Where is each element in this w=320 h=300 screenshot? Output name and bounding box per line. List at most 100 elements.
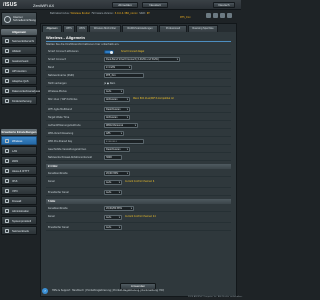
sidebar-item-firewall[interactable]: Firewall: [1, 196, 37, 205]
footer-links[interactable]: Hilfe & Support Handbuch | Produktregist…: [52, 289, 164, 292]
auth-method-select[interactable]: WPA2-Personal: [104, 123, 138, 128]
sidebar-item-aimesh[interactable]: AiMesh: [1, 46, 37, 55]
ax-mode-note: Wenn 802.11ax/WiFi 6 kompatibel ist: [133, 97, 174, 100]
admin-icon: [5, 209, 9, 213]
tab-radius[interactable]: RADIUS-Einstellungen: [122, 25, 158, 32]
row-label: WiFi Agile Multiband: [48, 108, 73, 111]
channel-5-select[interactable]: Auto: [104, 215, 122, 220]
sidebar-item-network-tools[interactable]: Netzwerktools: [1, 226, 37, 235]
row-label: Erweiterter Kanal: [48, 226, 69, 229]
sidebar-item-label: Alexa & IFTTT: [12, 169, 30, 173]
wpa-key-input[interactable]: ••••••••: [104, 139, 144, 144]
quick-setup-icon: [4, 16, 11, 23]
band-5-header: 5 GHz: [46, 199, 231, 204]
faq-link[interactable]: FAQ: [159, 289, 164, 292]
footer-link-list[interactable]: Handbuch | Produktregistrierung | Produk…: [72, 289, 158, 292]
sidebar-item-label: Firewall: [12, 199, 22, 203]
help-icon[interactable]: ?: [42, 288, 48, 294]
sidebar-item-adaptive-qos[interactable]: Adaptive QoS: [1, 76, 37, 85]
row-label: Netzwerkschlüssel-Rotationsintervall: [48, 156, 93, 159]
asus-logo[interactable]: /ISUS: [3, 2, 17, 8]
mode-value[interactable]: Wireless Router: [70, 12, 90, 15]
wireless-mode-select[interactable]: Auto: [104, 89, 124, 94]
page-description: Stellen Sie die Drahtlosinformationen hi…: [46, 43, 120, 46]
table-row: Smart Connect aktivieren Smart Connect-R…: [46, 48, 231, 55]
ssid-value-5g: RT5_Xxx: [180, 16, 191, 19]
table-row: Band 2.4 GHz: [46, 64, 231, 71]
ext-channel-5-select[interactable]: Auto: [104, 225, 122, 230]
tab-wds[interactable]: WDS: [76, 25, 88, 32]
sidebar-item-parental-controls[interactable]: Kindersicherung: [1, 96, 37, 105]
smart-connect-select[interactable]: Dual-Band Smart Connect (2.4GHz und 5GHz…: [104, 57, 180, 62]
sidebar-item-label: Gastnetzwerk: [12, 59, 29, 63]
sidebar-item-label: WAN: [12, 159, 19, 163]
sidebar-item-vpn[interactable]: VPN: [1, 186, 37, 195]
hide-ssid-radio[interactable]: Ja ● Nein: [104, 82, 115, 85]
smart-connect-toggle[interactable]: [104, 49, 114, 54]
sidebar-item-wireless[interactable]: Wireless: [1, 136, 37, 145]
ssid-input[interactable]: RT5_Xxx: [104, 73, 144, 78]
sidebar-item-administration[interactable]: Administration: [1, 206, 37, 215]
sidebar-item-label: VPN: [12, 189, 18, 193]
logout-button[interactable]: Abmelden: [112, 2, 138, 8]
sidebar-item-label: Wireless: [12, 139, 23, 143]
sidebar: Internet Schnelleinrichtung Allgemein Ne…: [0, 11, 42, 300]
mode-label: Betriebsmodus:: [50, 12, 70, 15]
sidebar-item-traffic-analyzer[interactable]: Datenverkehrsanalysator: [1, 86, 42, 95]
table-row: Smart Connect Dual-Band Smart Connect (2…: [46, 56, 231, 63]
row-label: Geschützte Verwaltungsrahmen: [48, 148, 87, 151]
language-select[interactable]: Deutsch: [213, 2, 235, 8]
sidebar-item-wan[interactable]: WAN: [1, 156, 37, 165]
table-row: Erweiterter Kanal Auto: [46, 189, 231, 196]
row-label: Smart Connect aktivieren: [48, 50, 79, 53]
row-label: Band: [48, 66, 55, 69]
ext-channel-24-select[interactable]: Auto: [104, 190, 122, 195]
mesh-icon: [5, 49, 9, 53]
pmf-select[interactable]: Deaktivieren: [104, 147, 130, 152]
firewall-icon: [5, 199, 9, 203]
guest-icon: [5, 59, 9, 63]
ssid-label: SSID:: [139, 12, 146, 15]
tab-wps[interactable]: WPS: [63, 25, 75, 32]
tab-general[interactable]: Allgemein: [42, 25, 62, 32]
internet-status-icon[interactable]: [220, 13, 225, 18]
tools-icon: [5, 229, 9, 233]
bandwidth-5-select[interactable]: 20/40/80 MHz: [104, 206, 134, 211]
agile-multiband-select[interactable]: Deaktivieren: [104, 107, 130, 112]
row-label: Authentifizierungsmethode: [48, 124, 81, 127]
row-label: 802.11ax / WiFi 6-Modus: [48, 98, 78, 101]
firmware-value[interactable]: 3.0.0.4.386_xxxxx: [115, 12, 138, 15]
sidebar-item-lan[interactable]: LAN: [1, 146, 37, 155]
tab-professional[interactable]: Professionell: [159, 25, 187, 32]
bandwidth-24-select[interactable]: 20/40 MHz: [104, 171, 130, 176]
sidebar-item-system-log[interactable]: Systemprotokoll: [1, 216, 37, 225]
target-wake-time-select[interactable]: Aktivieren: [104, 115, 130, 120]
key-rotation-input[interactable]: 3600: [104, 155, 122, 160]
app-icon[interactable]: [213, 13, 218, 18]
table-row: Geschützte Verwaltungsrahmen Deaktiviere…: [46, 146, 231, 153]
quick-setup-button[interactable]: Internet Schnelleinrichtung: [1, 12, 37, 26]
traffic-icon: [5, 89, 9, 93]
band-select[interactable]: 2.4 GHz: [104, 65, 132, 70]
sidebar-item-label: LAN: [12, 149, 18, 153]
title-divider: [46, 41, 231, 42]
advanced-header: Erweiterte Einstellungen: [1, 129, 37, 135]
wpa-encryption-select[interactable]: AES: [104, 131, 124, 136]
sidebar-item-alexa-ifttt[interactable]: Alexa & IFTTT: [1, 166, 37, 175]
table-row: Erweiterter Kanal Auto: [46, 224, 231, 231]
sidebar-item-ipv6[interactable]: IPv6: [1, 176, 37, 185]
usb-icon[interactable]: [206, 13, 211, 18]
ax-mode-select[interactable]: Aktivieren: [104, 97, 130, 102]
channel-24-select[interactable]: Auto: [104, 180, 122, 185]
sidebar-item-label: AiMesh: [12, 49, 21, 53]
restart-button[interactable]: Neustart: [142, 2, 168, 8]
tab-roaming-blocklist[interactable]: Roaming Sperrliste: [188, 25, 218, 32]
footer: ? Hilfe & Support Handbuch | Produktregi…: [40, 286, 243, 300]
smart-connect-rule-link[interactable]: Smart Connect-Regel: [121, 50, 144, 53]
notification-icon[interactable]: [227, 13, 232, 18]
sidebar-item-network-map[interactable]: Netzwerkübersicht: [1, 36, 37, 45]
table-row: WiFi Agile Multiband Deaktivieren: [46, 106, 231, 113]
sidebar-item-guest-network[interactable]: Gastnetzwerk: [1, 56, 37, 65]
tab-mac-filter[interactable]: Wireless MAC-Filter: [89, 25, 121, 32]
sidebar-item-aiprotection[interactable]: AiProtection: [1, 66, 37, 75]
